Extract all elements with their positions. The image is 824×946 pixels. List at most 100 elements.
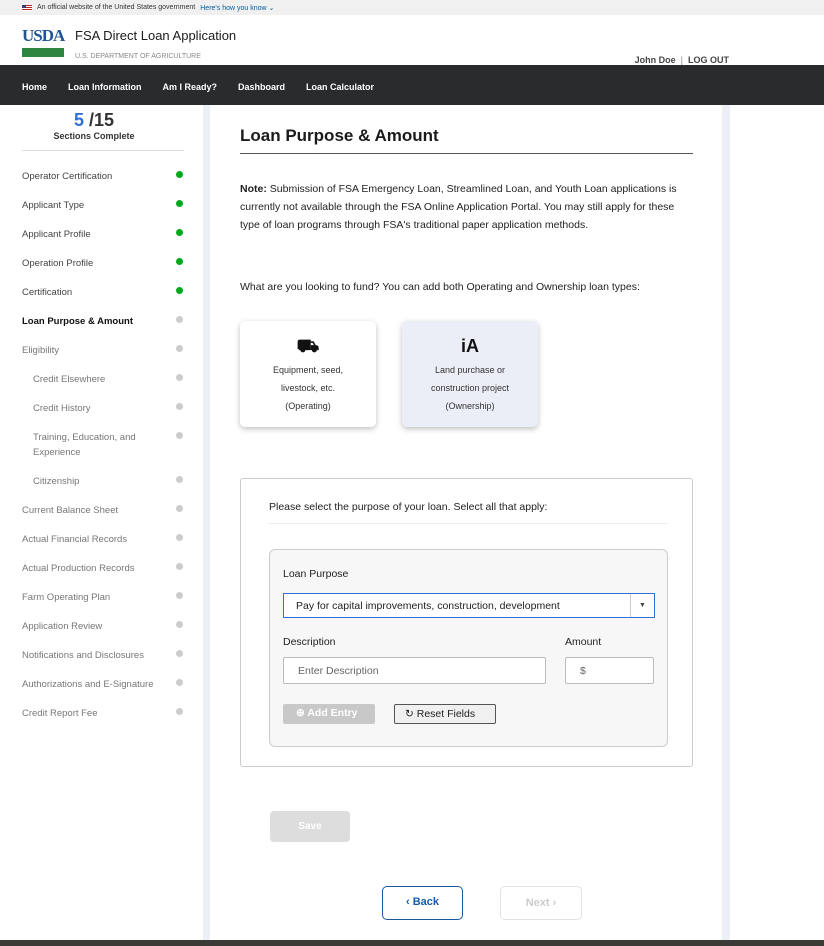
tractor-icon: ⛟ bbox=[296, 336, 320, 356]
page-title: Loan Purpose & Amount bbox=[240, 126, 439, 145]
refresh-icon: ↻ bbox=[405, 708, 414, 720]
section-label: Loan Purpose & Amount bbox=[22, 316, 134, 327]
status-dot-icon bbox=[176, 708, 183, 715]
status-dot-icon bbox=[176, 200, 183, 207]
site-header: USDA FSA Direct Loan Application U.S. DE… bbox=[0, 15, 824, 65]
separator: | bbox=[680, 55, 683, 65]
section-label: Current Balance Sheet bbox=[22, 505, 119, 516]
sidebar-section-item[interactable]: Operator Certification bbox=[0, 163, 200, 192]
sidebar-section-item[interactable]: Credit Elsewhere bbox=[0, 366, 200, 395]
how-you-know-link[interactable]: Here's how you know ⌄ bbox=[200, 4, 274, 12]
section-label: Application Review bbox=[22, 621, 103, 632]
nav-dashboard[interactable]: Dashboard bbox=[238, 82, 285, 92]
sidebar-section-item[interactable]: Eligibility bbox=[0, 337, 200, 366]
back-button[interactable]: ‹ Back bbox=[382, 886, 463, 920]
section-label: Authorizations and E-Signature bbox=[22, 679, 154, 690]
sidebar-section-item[interactable]: Operation Profile bbox=[0, 250, 200, 279]
sidebar-section-item[interactable]: Authorizations and E-Signature bbox=[0, 671, 200, 700]
description-input[interactable]: Enter Description bbox=[283, 657, 546, 684]
section-label: Notifications and Disclosures bbox=[22, 650, 144, 661]
status-dot-icon bbox=[176, 374, 183, 381]
sidebar-section-item[interactable]: Current Balance Sheet bbox=[0, 497, 200, 526]
status-dot-icon bbox=[176, 316, 183, 323]
nav-home[interactable]: Home bbox=[22, 82, 47, 92]
status-dot-icon bbox=[176, 534, 183, 541]
nav-loan-information[interactable]: Loan Information bbox=[68, 82, 142, 92]
section-label: Eligibility bbox=[22, 345, 59, 356]
ownership-option-card[interactable]: iA Land purchase or construction project(… bbox=[402, 321, 538, 427]
section-label: Actual Production Records bbox=[22, 563, 135, 574]
sidebar-section-item[interactable]: Actual Financial Records bbox=[0, 526, 200, 555]
status-dot-icon bbox=[176, 403, 183, 410]
operating-option-card[interactable]: ⛟ Equipment, seed, livestock, etc. (Operat… bbox=[240, 321, 376, 427]
sidebar-section-item[interactable]: Loan Purpose & Amount bbox=[0, 308, 200, 337]
progress-sidebar: 5 /15 Sections Complete Operator Certifi… bbox=[0, 110, 200, 729]
barn-icon: iA bbox=[461, 336, 479, 356]
status-dot-icon bbox=[176, 229, 183, 236]
status-dot-icon bbox=[176, 476, 183, 483]
section-label: Applicant Profile bbox=[22, 229, 91, 240]
section-label: Training, Education, and Experience bbox=[33, 432, 136, 458]
progress-count: 5 /15 bbox=[73, 110, 115, 130]
sidebar-section-item[interactable]: Farm Operating Plan bbox=[0, 584, 200, 613]
logout-link[interactable]: LOG OUT bbox=[688, 55, 729, 65]
status-dot-icon bbox=[176, 505, 183, 512]
section-label: Credit History bbox=[33, 403, 91, 414]
sidebar-section-item[interactable]: Applicant Type bbox=[0, 192, 200, 221]
sidebar-section-item[interactable]: Credit Report Fee bbox=[0, 700, 200, 729]
status-dot-icon bbox=[176, 650, 183, 657]
next-button[interactable]: Next › bbox=[500, 886, 582, 920]
chevron-down-icon: ▼ bbox=[630, 594, 654, 617]
sidebar-section-item[interactable]: Applicant Profile bbox=[0, 221, 200, 250]
user-name: John Doe bbox=[634, 55, 676, 65]
section-label: Certification bbox=[22, 287, 73, 298]
progress-label: Sections Complete bbox=[53, 131, 135, 141]
section-label: Credit Elsewhere bbox=[33, 374, 106, 385]
sidebar-section-item[interactable]: Actual Production Records bbox=[0, 555, 200, 584]
description-label: Description bbox=[283, 636, 336, 648]
section-label: Credit Report Fee bbox=[22, 708, 98, 719]
gov-banner: An official website of the United States… bbox=[0, 0, 824, 15]
status-dot-icon bbox=[176, 621, 183, 628]
sidebar-section-item[interactable]: Credit History bbox=[0, 395, 200, 424]
status-dot-icon bbox=[176, 171, 183, 178]
loan-purpose-label: Loan Purpose bbox=[283, 568, 349, 580]
nav-am-i-ready[interactable]: Am I Ready? bbox=[163, 82, 218, 92]
save-button[interactable]: Save bbox=[270, 811, 350, 842]
us-flag-icon bbox=[22, 4, 32, 11]
amount-label: Amount bbox=[565, 636, 602, 648]
status-dot-icon bbox=[176, 345, 183, 352]
sidebar-section-item[interactable]: Application Review bbox=[0, 613, 200, 642]
status-dot-icon bbox=[176, 563, 183, 570]
section-label: Operator Certification bbox=[22, 171, 113, 182]
chevron-left-icon: ‹ bbox=[405, 896, 410, 908]
section-label: Applicant Type bbox=[22, 200, 85, 211]
amount-input[interactable]: $ bbox=[565, 657, 654, 684]
nav-loan-calculator[interactable]: Loan Calculator bbox=[306, 82, 374, 92]
main-nav: Home Loan Information Am I Ready? Dashbo… bbox=[0, 65, 824, 105]
add-entry-button[interactable]: ⊕ Add Entry bbox=[283, 704, 375, 724]
app-title: FSA Direct Loan Application bbox=[75, 28, 237, 43]
sidebar-section-item[interactable]: Certification bbox=[0, 279, 200, 308]
fund-question: What are you looking to fund? You can ad… bbox=[240, 281, 640, 293]
chevron-right-icon: › bbox=[552, 897, 557, 909]
note-text: Note: Submission of FSA Emergency Loan, … bbox=[240, 183, 677, 231]
plus-circle-icon: ⊕ bbox=[296, 707, 305, 719]
status-dot-icon bbox=[176, 258, 183, 265]
status-dot-icon bbox=[176, 432, 183, 439]
sidebar-section-item[interactable]: Notifications and Disclosures bbox=[0, 642, 200, 671]
reset-fields-button[interactable]: ↻ Reset Fields bbox=[394, 704, 496, 724]
section-label: Actual Financial Records bbox=[22, 534, 128, 545]
loan-purpose-select[interactable]: Pay for capital improvements, constructi… bbox=[283, 593, 655, 618]
sidebar-section-item[interactable]: Training, Education, and Experience bbox=[0, 424, 200, 468]
status-dot-icon bbox=[176, 679, 183, 686]
section-label: Operation Profile bbox=[22, 258, 94, 269]
status-dot-icon bbox=[176, 287, 183, 294]
sidebar-section-item[interactable]: Citizenship bbox=[0, 468, 200, 497]
gov-banner-text: An official website of the United States… bbox=[37, 4, 196, 11]
loan-entry-form: Loan Purpose Pay for capital improvement… bbox=[269, 549, 668, 747]
purpose-instruction: Please select the purpose of your loan. … bbox=[269, 501, 548, 513]
section-label: Citizenship bbox=[33, 476, 80, 487]
status-dot-icon bbox=[176, 592, 183, 599]
usda-logo[interactable]: USDA bbox=[22, 27, 65, 58]
